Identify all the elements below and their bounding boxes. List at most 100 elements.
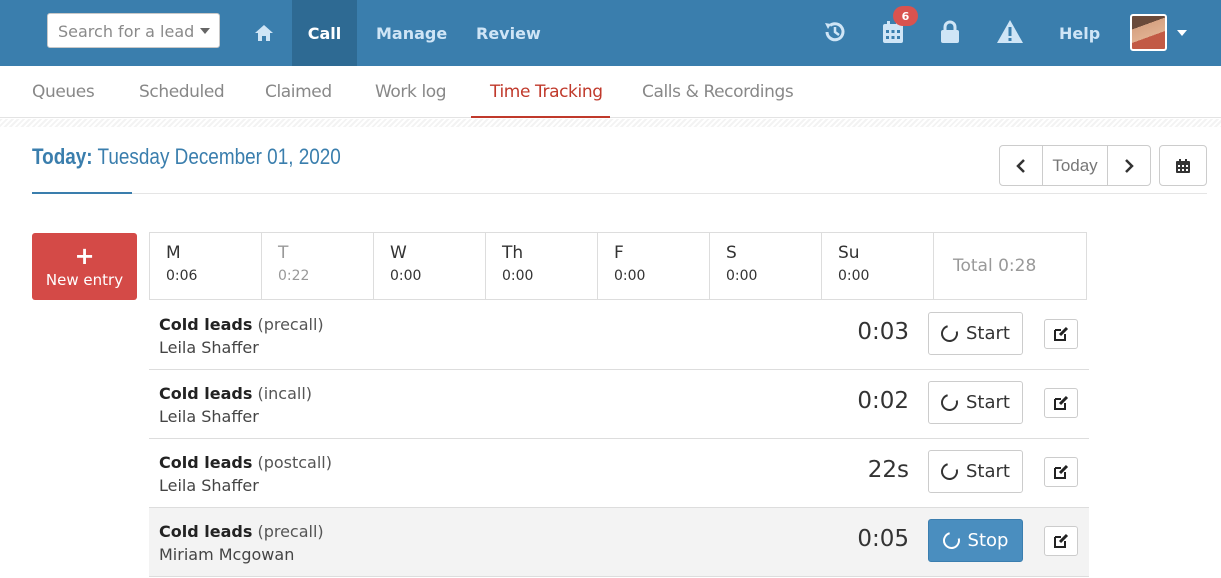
day-label: S — [726, 243, 737, 263]
timer-icon — [937, 390, 962, 415]
day-tuesday[interactable]: T 0:22 — [262, 233, 374, 299]
today-button[interactable]: Today — [1042, 146, 1108, 185]
day-label: Su — [838, 243, 860, 263]
active-tab-indicator — [471, 116, 610, 118]
calendar-icon — [1176, 158, 1190, 173]
edit-entry-button[interactable] — [1044, 526, 1078, 556]
title-underline — [32, 192, 132, 194]
chevron-down-icon[interactable] — [1177, 30, 1187, 36]
day-sunday[interactable]: Su 0:00 — [822, 233, 934, 299]
start-label: Start — [966, 461, 1010, 482]
day-monday[interactable]: M 0:06 — [150, 233, 262, 299]
stop-label: Stop — [967, 530, 1009, 551]
entry-duration: 22s — [867, 457, 909, 483]
date-navigation: Today — [999, 145, 1151, 186]
call-phase: (precall) — [257, 315, 324, 334]
entry-title: Cold leads (precall) — [159, 522, 324, 541]
day-label: T — [278, 243, 289, 263]
edit-icon — [1054, 464, 1069, 479]
edit-icon — [1054, 395, 1069, 410]
notification-badge: 6 — [893, 6, 918, 26]
day-label: Th — [502, 243, 524, 263]
nav-review[interactable]: Review — [476, 0, 541, 66]
timer-icon — [937, 321, 962, 346]
previous-day-button[interactable] — [1000, 146, 1042, 185]
start-label: Start — [966, 323, 1010, 344]
entry-duration: 0:03 — [857, 319, 909, 345]
home-button[interactable] — [244, 0, 284, 66]
chevron-left-icon — [1016, 158, 1025, 173]
time-entry-row: Cold leads (incall) Leila Shaffer 0:02 S… — [149, 370, 1089, 439]
day-total: 0:22 — [278, 268, 310, 284]
day-friday[interactable]: F 0:00 — [598, 233, 710, 299]
tab-scheduled[interactable]: Scheduled — [139, 66, 225, 118]
chevron-right-icon — [1125, 158, 1134, 173]
day-total: 0:00 — [614, 268, 646, 284]
entry-duration: 0:05 — [857, 526, 909, 552]
tab-calls-recordings[interactable]: Calls & Recordings — [642, 66, 794, 118]
current-date: Tuesday December 01, 2020 — [97, 144, 341, 169]
queue-name: Cold leads — [159, 384, 253, 403]
day-total: 0:00 — [502, 268, 534, 284]
alerts-button[interactable] — [995, 17, 1025, 47]
entry-title: Cold leads (incall) — [159, 384, 312, 403]
top-navbar: Search for a lead Call Manage Review 6 H… — [0, 0, 1221, 66]
divider — [32, 193, 1207, 194]
start-timer-button[interactable]: Start — [928, 381, 1023, 424]
lead-search-select[interactable]: Search for a lead — [47, 13, 220, 48]
queue-name: Cold leads — [159, 453, 253, 472]
entry-title: Cold leads (precall) — [159, 315, 324, 334]
date-picker-button[interactable] — [1159, 145, 1207, 186]
day-label: W — [390, 243, 407, 263]
week-total: Total 0:28 — [953, 256, 1037, 276]
history-button[interactable] — [820, 17, 850, 47]
nav-help[interactable]: Help — [1059, 0, 1100, 66]
nav-manage[interactable]: Manage — [376, 0, 447, 66]
next-day-button[interactable] — [1108, 146, 1150, 185]
day-thursday[interactable]: Th 0:00 — [486, 233, 598, 299]
lead-name: Leila Shaffer — [159, 407, 259, 426]
warning-icon — [997, 20, 1023, 43]
tab-time-tracking[interactable]: Time Tracking — [490, 66, 603, 118]
day-total: 0:00 — [390, 268, 422, 284]
time-entry-row: Cold leads (precall) Leila Shaffer 0:03 … — [149, 301, 1089, 370]
start-timer-button[interactable]: Start — [928, 312, 1023, 355]
time-tabs: Queues Scheduled Claimed Work log Time T… — [0, 66, 1221, 118]
new-entry-button[interactable]: + New entry — [32, 233, 137, 300]
timer-icon — [939, 528, 963, 553]
lock-button[interactable] — [935, 17, 965, 47]
call-phase: (precall) — [257, 522, 324, 541]
call-phase: (incall) — [257, 384, 313, 403]
edit-entry-button[interactable] — [1044, 388, 1078, 418]
day-wednesday[interactable]: W 0:00 — [374, 233, 486, 299]
time-entry-row: Cold leads (postcall) Leila Shaffer 22s … — [149, 439, 1089, 508]
history-icon — [825, 22, 845, 42]
start-timer-button[interactable]: Start — [928, 450, 1023, 493]
nav-call[interactable]: Call — [292, 0, 357, 66]
today-label: Today: — [32, 144, 93, 169]
tab-work-log[interactable]: Work log — [375, 66, 447, 118]
queue-name: Cold leads — [159, 315, 253, 334]
new-entry-label: New entry — [45, 270, 124, 289]
edit-entry-button[interactable] — [1044, 319, 1078, 349]
lock-icon — [941, 20, 959, 43]
tab-queues[interactable]: Queues — [32, 66, 95, 118]
edit-icon — [1054, 533, 1069, 548]
lead-name: Leila Shaffer — [159, 476, 259, 495]
time-entry-row-active: Cold leads (precall) Miriam Mcgowan 0:05… — [149, 508, 1089, 577]
entry-title: Cold leads (postcall) — [159, 453, 332, 472]
stop-timer-button[interactable]: Stop — [928, 519, 1023, 562]
day-label: M — [166, 243, 181, 263]
timer-icon — [937, 459, 962, 484]
week-summary: M 0:06 T 0:22 W 0:00 Th 0:00 F 0:00 S 0:… — [149, 232, 1087, 300]
divider — [0, 119, 1221, 127]
tab-claimed[interactable]: Claimed — [265, 66, 332, 118]
home-icon — [255, 25, 273, 41]
chevron-down-icon — [200, 28, 210, 34]
avatar[interactable] — [1130, 14, 1167, 51]
page-title: Today: Tuesday December 01, 2020 — [32, 144, 341, 170]
edit-entry-button[interactable] — [1044, 457, 1078, 487]
plus-icon: + — [74, 241, 95, 270]
day-saturday[interactable]: S 0:00 — [710, 233, 822, 299]
day-total: 0:00 — [838, 268, 870, 284]
